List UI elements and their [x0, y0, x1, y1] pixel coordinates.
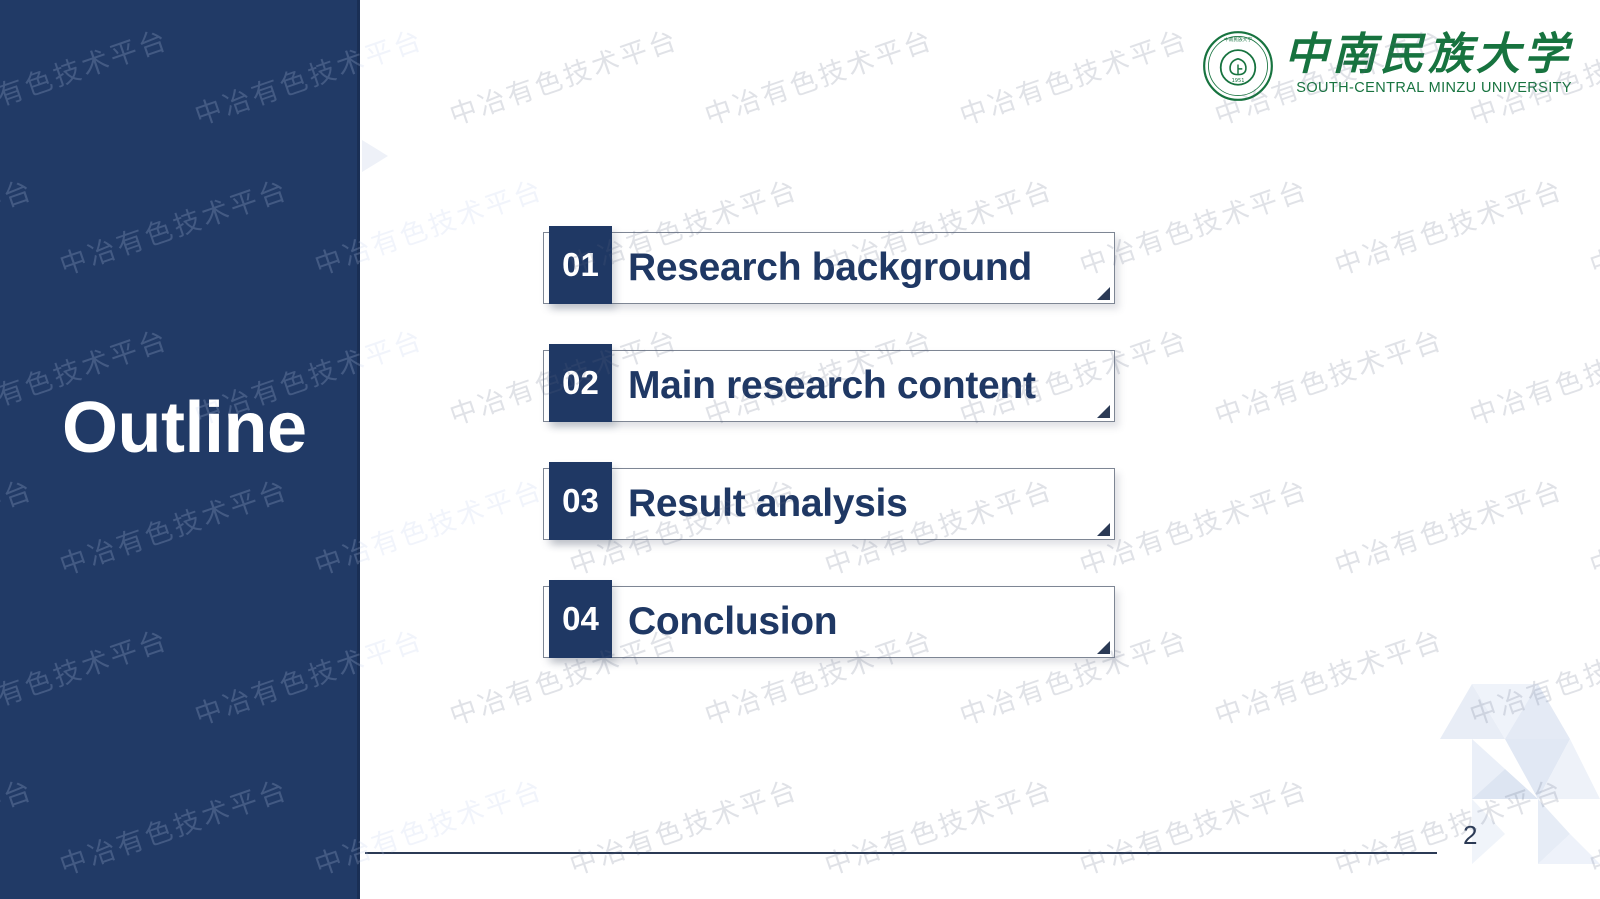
university-logo: 1951 中南民族大学 中南民族大学 SOUTH-CENTRAL MINZU U… — [1202, 30, 1572, 102]
outline-item-01[interactable]: 01 Research background — [543, 226, 1115, 304]
watermark-text: 中冶有色技术平台 — [1465, 624, 1600, 732]
watermark-text: 中冶有色技术平台 — [1075, 774, 1313, 882]
watermark-text: 中冶有色技术平台 — [1330, 774, 1568, 882]
outline-item-number: 02 — [549, 344, 612, 422]
page-number: 2 — [1463, 820, 1478, 850]
edge-triangle-decoration — [362, 140, 388, 172]
corner-marker-icon — [1097, 641, 1110, 654]
outline-item-label: Conclusion — [628, 600, 838, 643]
corner-triangle-decoration — [1440, 684, 1600, 864]
outline-item-label: Research background — [628, 246, 1032, 289]
university-name-en: SOUTH-CENTRAL MINZU UNIVERSITY — [1296, 80, 1572, 97]
corner-marker-icon — [1097, 523, 1110, 536]
watermark-text: 中冶有色技术平台 — [1330, 174, 1568, 282]
watermark-text: 中冶有色技术平台 — [1585, 474, 1600, 582]
watermark-text: 中冶有色技术平台 — [955, 24, 1193, 132]
page-title: Outline — [62, 388, 307, 468]
watermark-text: 中冶有色技术平台 — [1210, 624, 1448, 732]
watermark-text: 中冶有色技术平台 — [1330, 474, 1568, 582]
outline-item-04[interactable]: 04 Conclusion — [543, 580, 1115, 658]
watermark-text: 中冶有色技术平台 — [565, 774, 803, 882]
outline-item-list: 01 Research background 02 Main research … — [543, 226, 1115, 658]
watermark-text: 中冶有色技术平台 — [820, 774, 1058, 882]
outline-item-number: 01 — [549, 226, 612, 304]
watermark-text: 中冶有色技术平台 — [1210, 324, 1448, 432]
svg-text:1951: 1951 — [1232, 78, 1245, 84]
watermark-text: 中冶有色技术平台 — [445, 24, 683, 132]
outline-item-label: Result analysis — [628, 482, 908, 525]
outline-item-number: 04 — [549, 580, 612, 658]
outline-item-label: Main research content — [628, 364, 1036, 407]
outline-item-03[interactable]: 03 Result analysis — [543, 462, 1115, 540]
corner-marker-icon — [1097, 287, 1110, 300]
outline-item-number: 03 — [549, 462, 612, 540]
university-name-cn: 中南民族大学 — [1284, 29, 1572, 80]
outline-item-02[interactable]: 02 Main research content — [543, 344, 1115, 422]
watermark-text: 中冶有色技术平台 — [1585, 774, 1600, 882]
university-seal-icon: 1951 中南民族大学 — [1203, 31, 1273, 101]
slide-outline: Outline 1951 中南民族大学 中南民族大学 SOUTH-CENTRAL… — [0, 0, 1600, 899]
watermark-text: 中冶有色技术平台 — [700, 24, 938, 132]
footer-divider — [365, 852, 1437, 854]
watermark-text: 中冶有色技术平台 — [1585, 174, 1600, 282]
corner-marker-icon — [1097, 405, 1110, 418]
left-panel-edge-stripe — [357, 0, 360, 899]
watermark-text: 中冶有色技术平台 — [1465, 324, 1600, 432]
